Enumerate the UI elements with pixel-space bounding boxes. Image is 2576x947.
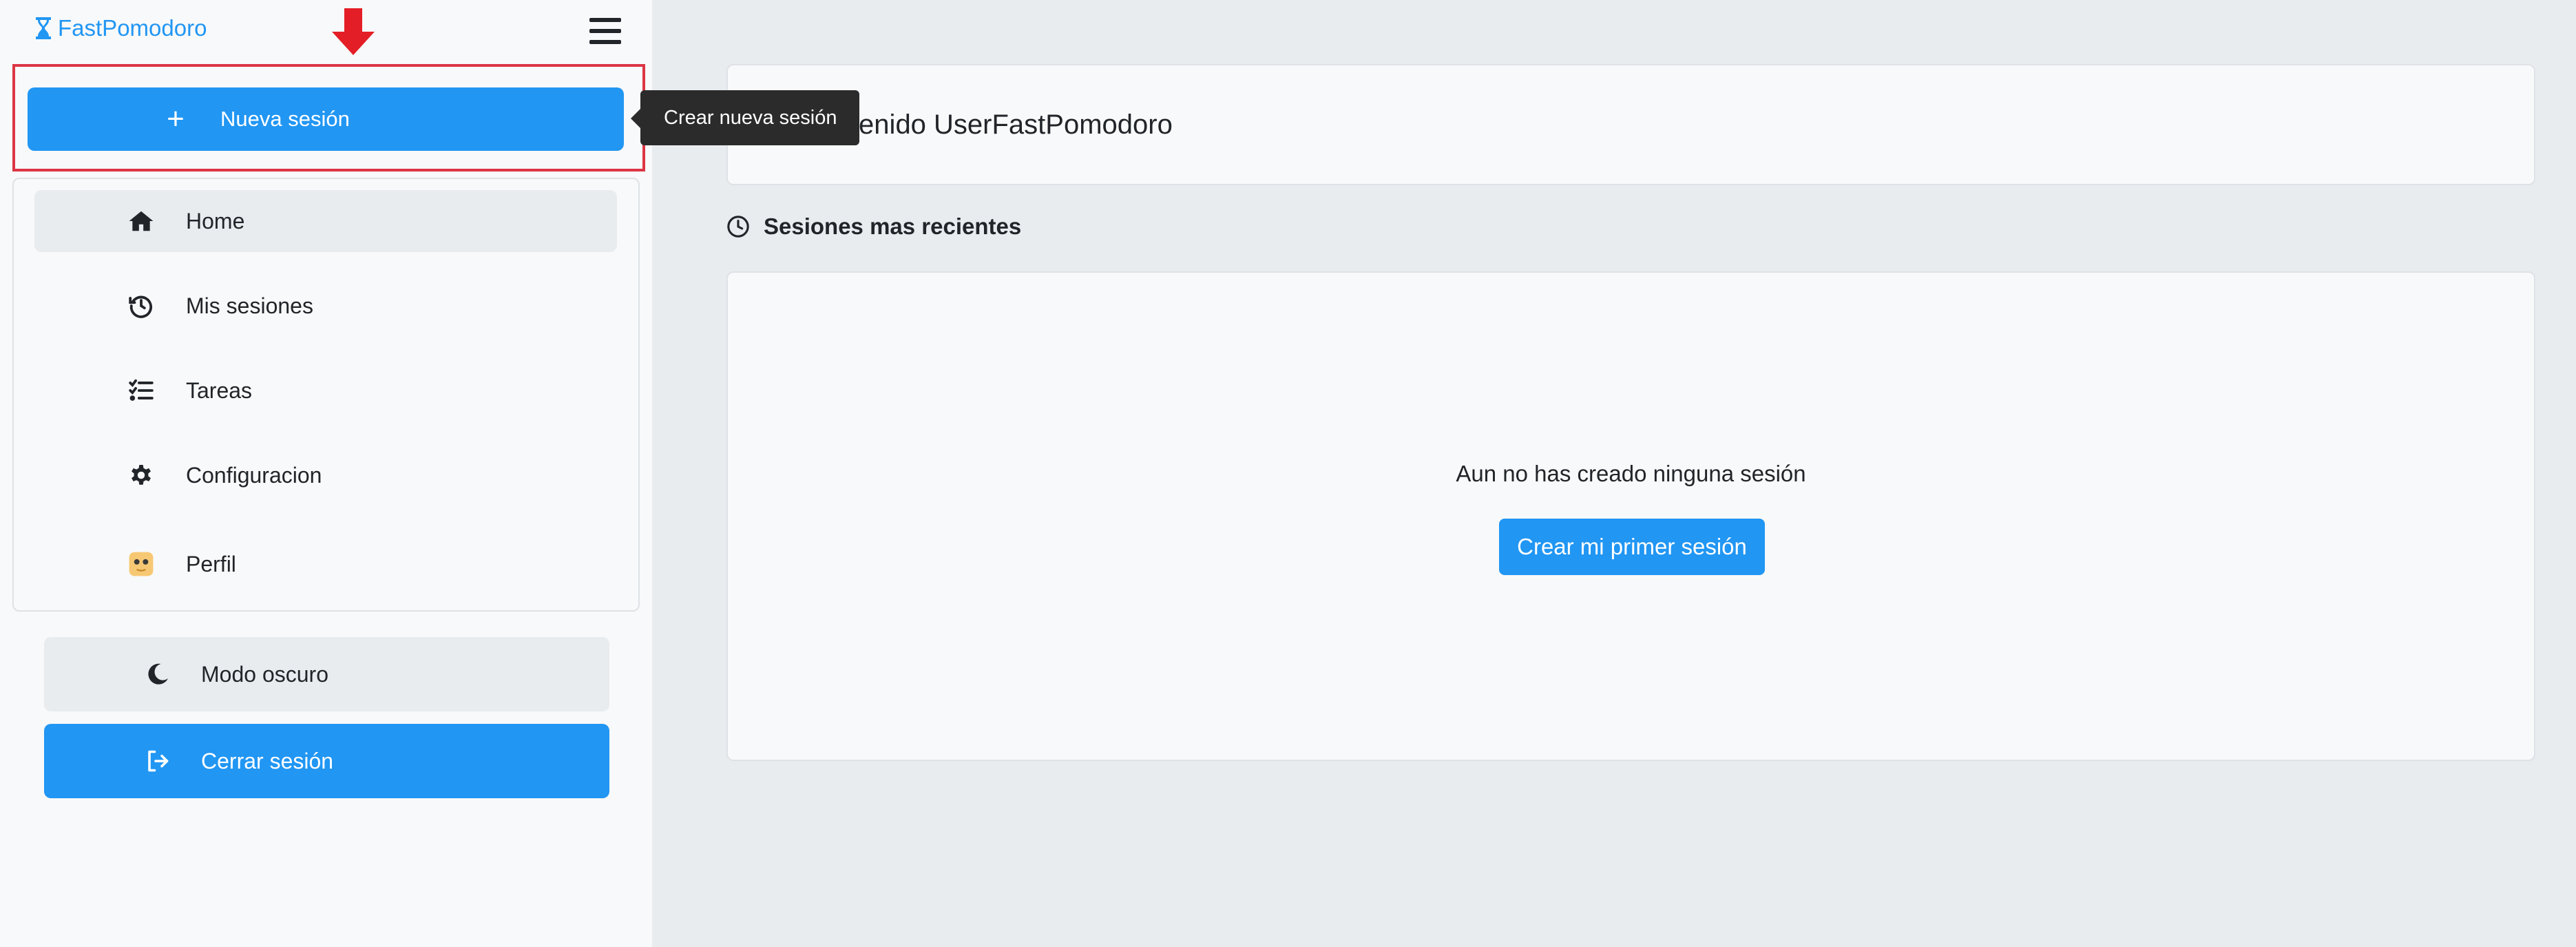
sidebar-item-label: Tareas [186,377,253,403]
logout-label: Cerrar sesión [201,748,334,773]
recent-sessions-title: Sesiones mas recientes [764,214,1022,239]
sidebar-item-label: Configuracion [186,462,322,488]
clock-icon [727,216,749,238]
brand-name: FastPomodoro [58,15,207,41]
moon-icon [140,657,175,691]
sidebar: FastPomodoro + Nueva sesión Home Mis ses… [0,0,652,947]
empty-state-message: Aun no has creado ninguna sesión [1456,461,1806,486]
hamburger-menu-button[interactable] [589,15,621,47]
create-first-session-button[interactable]: Crear mi primer sesión [1499,519,1765,575]
hamburger-icon [589,18,621,22]
brand-logo[interactable]: FastPomodoro [34,15,207,41]
history-icon [124,289,158,323]
dark-mode-label: Modo oscuro [201,661,328,687]
welcome-card: Bienvenido UserFastPomodoro [726,64,2535,185]
new-session-button[interactable]: + Nueva sesión [28,87,624,151]
sidebar-item-label: Mis sesiones [186,293,313,318]
gear-icon [124,458,158,492]
sidebar-item-tareas[interactable]: Tareas [34,360,617,422]
recent-sessions-header: Sesiones mas recientes [726,214,1021,240]
dark-mode-toggle[interactable]: Modo oscuro [44,637,609,711]
new-session-tooltip: Crear nueva sesión [631,90,859,145]
sidebar-item-label: Perfil [186,551,236,576]
sidebar-item-configuracion[interactable]: Configuracion [34,444,617,506]
plus-icon: + [167,102,185,136]
new-session-label: Nueva sesión [220,107,350,131]
logout-button[interactable]: Cerrar sesión [44,724,609,798]
home-icon [124,204,158,238]
sidebar-item-label: Home [186,208,245,233]
sidebar-nav: Home Mis sesiones Tareas Configuracion P… [12,178,640,612]
logout-icon [140,744,175,778]
sidebar-item-perfil[interactable]: Perfil [34,533,617,595]
hourglass-icon [36,17,51,39]
annotation-arrow-icon [332,8,375,55]
recent-sessions-panel: Aun no has creado ninguna sesión Crear m… [726,271,2535,761]
avatar-icon [124,547,158,581]
sidebar-item-home[interactable]: Home [34,190,617,252]
task-list-icon [124,373,158,408]
sidebar-item-mis-sesiones[interactable]: Mis sesiones [34,275,617,337]
